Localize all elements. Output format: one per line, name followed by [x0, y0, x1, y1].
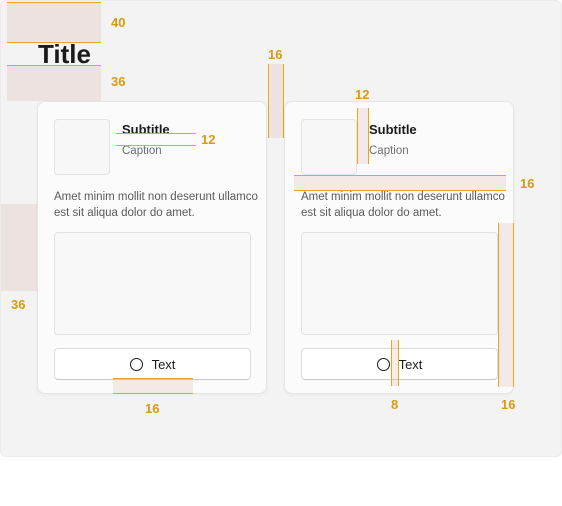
card-subtitle: Subtitle [122, 122, 170, 137]
card-subtitle: Subtitle [369, 122, 417, 137]
title-bottom-measure: 36 [111, 74, 126, 89]
icon-label-gap-line-right [398, 340, 399, 386]
page-title: Title [38, 39, 91, 69]
card2-section-gap-measure: 16 [520, 176, 535, 191]
card-left-spacing [1, 204, 37, 291]
card-media-placeholder [301, 232, 498, 335]
card-caption: Caption [122, 145, 162, 157]
title-bottom-spacing [7, 65, 101, 101]
title-top-measure: 40 [111, 15, 126, 30]
card1-thumb-gap-line-lower [116, 145, 196, 146]
title-bottom-line-upper [7, 65, 101, 66]
card-top-measure: 16 [268, 47, 283, 62]
card-body-text: Amet minim mollit non deserunt ullamco e… [54, 191, 258, 219]
card2-section-gap-spacing [294, 175, 506, 190]
card2-thumb-gap-line-left [357, 108, 358, 164]
card-caption: Caption [369, 145, 409, 157]
card2-right-line-left [498, 223, 499, 387]
card2-section-gap-line-lower [294, 190, 506, 191]
icon-label-gap-line-left [391, 340, 392, 386]
card-action-button[interactable]: Text [301, 348, 498, 380]
card2-thumb-gap-spacing [357, 108, 368, 164]
card1-button-bottom-line-lower [113, 393, 193, 394]
card2-right-measure: 16 [501, 397, 516, 412]
card2-thumb-gap-measure: 12 [355, 87, 370, 102]
title-top-line-upper [7, 2, 101, 3]
card1-button-bottom-line-upper [113, 378, 193, 379]
content-card-2: Subtitle Caption Amet minim mollit non d… [284, 101, 514, 394]
card2-thumb-gap-line-right [368, 108, 369, 164]
card-top-spacing [268, 64, 283, 138]
card1-thumb-gap-line-upper [116, 133, 196, 134]
card2-section-gap-line-upper [294, 175, 506, 176]
card-media-placeholder [54, 232, 251, 335]
card-action-button[interactable]: Text [54, 348, 251, 380]
card2-right-line-right [513, 223, 514, 387]
icon-label-gap-measure: 8 [391, 397, 399, 412]
icon-label-gap-spacing [391, 340, 398, 386]
circle-icon [376, 357, 390, 371]
card-thumbnail [54, 119, 110, 175]
title-top-spacing [7, 2, 101, 42]
card-thumbnail [301, 119, 357, 175]
card1-button-bottom-measure: 16 [145, 401, 160, 416]
card-body-text: Amet minim mollit non deserunt ullamco e… [301, 191, 505, 219]
card1-thumb-gap-measure: 12 [201, 132, 216, 147]
card-top-line-left [268, 64, 269, 138]
card1-button-bottom-spacing [113, 378, 193, 393]
card-action-button-label: Text [151, 356, 176, 372]
card2-right-spacing [498, 223, 513, 387]
card-action-button-label: Text [398, 356, 423, 372]
card-left-measure: 36 [11, 297, 26, 312]
circle-icon [129, 357, 143, 371]
